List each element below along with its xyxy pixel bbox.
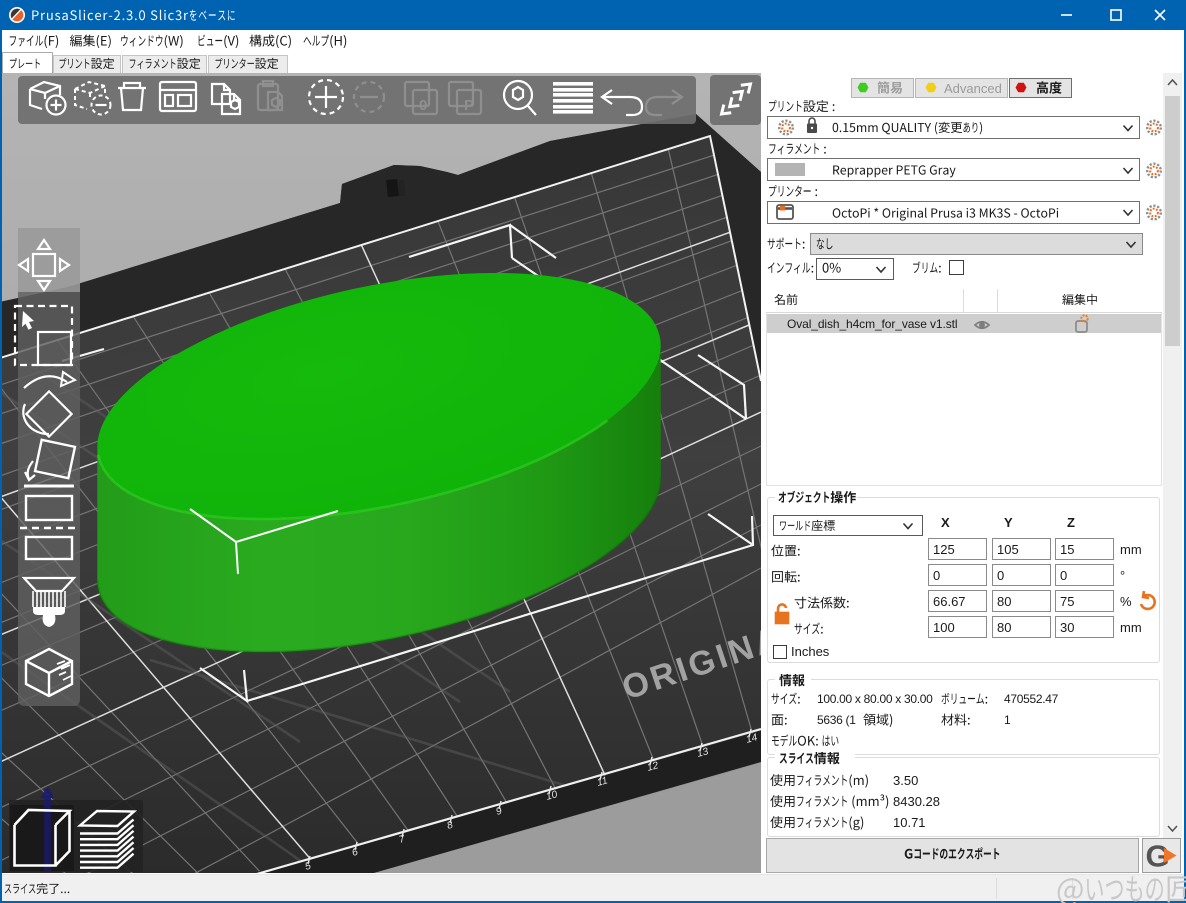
svg-text:0: 0 xyxy=(419,97,427,114)
svg-text:P: P xyxy=(464,97,474,114)
